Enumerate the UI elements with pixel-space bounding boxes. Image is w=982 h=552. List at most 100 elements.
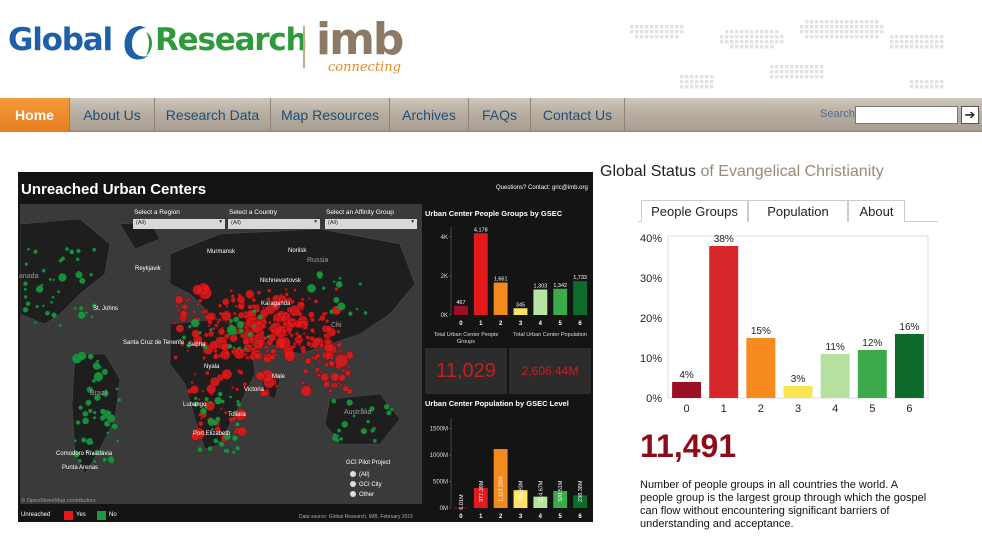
map-dot — [820, 25, 824, 29]
urban-center-reached — [214, 396, 223, 405]
map-dot — [755, 45, 759, 49]
map-dot — [675, 30, 679, 34]
map-dot — [910, 80, 914, 84]
map-dot — [865, 30, 869, 34]
urban-center-reached — [332, 280, 336, 283]
urban-center-unreached — [289, 333, 294, 338]
map-dot — [770, 35, 774, 39]
bar — [746, 338, 776, 398]
map-dot — [700, 80, 704, 84]
urban-center-unreached — [284, 350, 296, 362]
urban-center-reached — [213, 438, 219, 444]
urban-center-reached — [115, 387, 119, 391]
filter-region-select[interactable]: (All) ▾ — [133, 219, 225, 229]
people-groups-chart-title: Urban Center People Groups by GSEC — [425, 209, 563, 218]
bar-value-label: 214.67M — [538, 480, 544, 502]
urban-center-unreached — [320, 372, 330, 382]
urban-center-unreached — [200, 310, 205, 315]
map-label-nyala: Nyala — [204, 364, 220, 370]
tab-people-groups[interactable]: People Groups — [641, 200, 748, 222]
map-dot — [770, 30, 774, 34]
map-label-st-johns: St. Johns — [93, 306, 119, 312]
x-tick-label: 2 — [499, 321, 503, 327]
urban-center-reached — [76, 248, 81, 254]
people-groups-percent-chart[interactable]: 0% 10% 20% 30% 40% 4% 0 38% 1 15% 2 3% 3 11% 4 12% 5 16% 6 — [638, 226, 938, 416]
urban-center-unreached — [302, 332, 306, 336]
urban-center-unreached — [334, 287, 339, 292]
urban-center-reached — [33, 249, 38, 254]
nav-about-us[interactable]: About Us — [70, 98, 155, 132]
urban-center-unreached — [191, 329, 200, 338]
filter-country-select[interactable]: (All) ▾ — [228, 219, 320, 229]
nav-map-resources[interactable]: Map Resources — [271, 98, 390, 132]
urban-center-reached — [75, 420, 81, 425]
map-dot — [835, 30, 839, 34]
nav-home[interactable]: Home — [0, 98, 70, 132]
tab-about[interactable]: About — [848, 200, 905, 222]
nav-research-data[interactable]: Research Data — [155, 98, 271, 132]
bar-value-label: 467 — [456, 300, 465, 306]
osm-credit[interactable]: © OpenStreetMap contributors — [21, 498, 96, 504]
map-dot — [855, 25, 859, 29]
pilot-radio-label: GCI City — [359, 482, 382, 488]
urban-center-reached — [52, 278, 56, 282]
urban-center-reached — [235, 445, 240, 451]
urban-center-reached — [335, 434, 340, 438]
pilot-radio-other[interactable]: Other — [350, 491, 374, 498]
urban-center-reached — [336, 306, 339, 310]
urban-center-unreached — [223, 354, 227, 359]
urban-center-reached — [69, 249, 75, 255]
logo-global-text: Global — [8, 22, 113, 58]
people-groups-by-gsec-chart[interactable]: 0K 2K 4K 0 467 1 4,178 2 1,661 3 345 4 1,303 5 1,342 6 1… — [423, 219, 593, 327]
map-dot — [815, 70, 819, 74]
urban-center-unreached — [245, 289, 255, 299]
nav-faqs[interactable]: FAQs — [469, 98, 531, 132]
urban-center-reached — [337, 302, 346, 311]
map-dot — [935, 40, 939, 44]
urban-center-unreached — [339, 383, 343, 387]
map-dot — [745, 40, 749, 44]
map-dot — [840, 20, 844, 24]
search-input[interactable] — [855, 106, 958, 124]
filter-affinity-select[interactable]: (All) ▾ — [325, 219, 417, 229]
population-by-gsec-chart[interactable]: 0M 500M 1000M 1500M 0 6.01M 1 377.39M 2 1,113.26M… — [423, 410, 593, 520]
urban-center-unreached — [308, 297, 311, 300]
urban-center-unreached — [185, 298, 189, 302]
map-label-sebha: Sebha — [188, 342, 206, 348]
urban-center-unreached — [173, 355, 178, 360]
map-dot — [805, 75, 809, 79]
y-tick-label: 40% — [640, 233, 662, 245]
urban-center-reached — [48, 277, 52, 281]
dashboard-contact[interactable]: Questions? Contact: gric@imb.org — [496, 185, 588, 191]
map-dot — [920, 45, 924, 49]
map-dot — [905, 40, 909, 44]
urban-center-reached — [58, 273, 67, 282]
urban-center-reached — [338, 276, 342, 280]
bar-value-label: 3% — [791, 374, 806, 385]
urban-center-reached — [331, 398, 337, 404]
map-dot — [815, 65, 819, 69]
bar-value-label: 6.01M — [459, 494, 465, 510]
map-dot — [750, 35, 754, 39]
site-header: Global Research imb connecting — [0, 0, 982, 98]
x-tick-label: 2 — [758, 403, 764, 415]
pilot-radio-all[interactable]: (All) — [350, 471, 370, 478]
pilot-radio-gci-city[interactable]: GCI City — [350, 481, 382, 488]
map-dot — [650, 35, 654, 39]
map-dot — [700, 85, 704, 89]
map-label-punta-arenas: Punta Arenas — [62, 465, 99, 471]
map-dot — [805, 35, 809, 39]
map-dot — [935, 85, 939, 89]
nav-contact-us[interactable]: Contact Us — [531, 98, 625, 132]
urban-center-unreached — [233, 430, 237, 434]
urban-center-unreached — [344, 370, 351, 377]
pilot-radio-label: (All) — [359, 472, 370, 478]
search-submit-button[interactable]: ➔ — [961, 106, 979, 124]
nav-archives[interactable]: Archives — [390, 98, 469, 132]
map-dot — [820, 20, 824, 24]
tab-population[interactable]: Population — [748, 200, 848, 222]
urban-center-reached — [90, 315, 94, 319]
urban-center-reached — [266, 334, 271, 339]
urban-center-reached — [228, 333, 232, 336]
bar-value-label: 1,113.26M — [499, 476, 505, 502]
